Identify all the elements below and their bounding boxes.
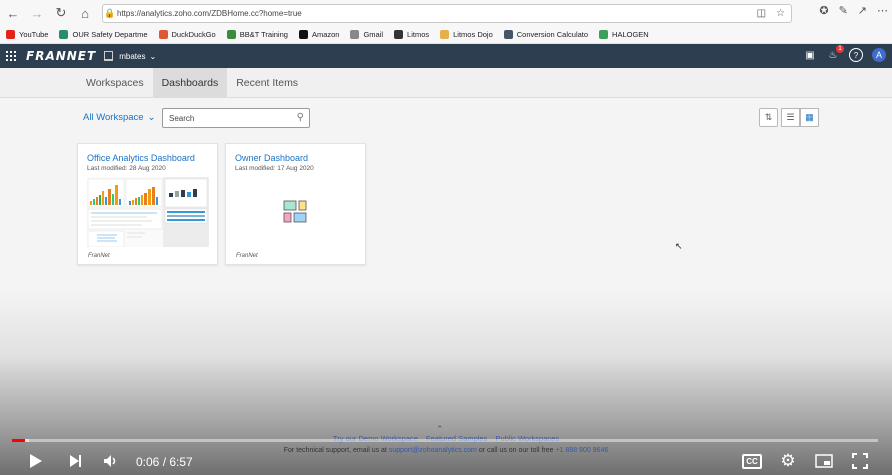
next-icon[interactable] bbox=[66, 451, 86, 471]
bookmark-favicon-icon bbox=[440, 30, 450, 39]
bookmark-favicon-icon bbox=[599, 30, 609, 39]
building-icon bbox=[104, 51, 114, 61]
mouse-cursor-icon: ↖ bbox=[675, 241, 683, 251]
dashboard-modified: Last modified: 28 Aug 2020 bbox=[87, 165, 166, 172]
bookmark-favicon-icon bbox=[394, 30, 404, 39]
video-progress-bar[interactable] bbox=[12, 439, 878, 442]
bookmark-item[interactable]: Conversion Calculato bbox=[503, 30, 589, 39]
dashboard-workspace: FranNet bbox=[236, 253, 258, 259]
bookmark-item[interactable]: DuckDuckGo bbox=[158, 30, 216, 39]
back-icon[interactable]: ← bbox=[2, 2, 24, 24]
list-view-button[interactable]: ☰ bbox=[781, 108, 800, 127]
video-buffered bbox=[24, 439, 29, 442]
grid-icon: ▦ bbox=[805, 112, 814, 122]
workspace-select-label: All Workspace bbox=[83, 112, 144, 123]
bookmark-label: HALOGEN bbox=[612, 30, 649, 39]
bookmark-item[interactable]: YouTube bbox=[6, 30, 48, 39]
dashboard-thumbnail bbox=[87, 177, 209, 247]
bookmark-label: DuckDuckGo bbox=[171, 30, 216, 39]
user-name: mbates bbox=[119, 51, 146, 61]
search-icon: ⚲ bbox=[296, 112, 304, 123]
chat-icon[interactable]: ▣ bbox=[803, 48, 817, 62]
more-icon[interactable]: ⋯ bbox=[877, 4, 888, 17]
bookmark-label: YouTube bbox=[19, 30, 49, 39]
bookmark-item[interactable]: Litmos bbox=[394, 30, 429, 39]
bookmark-item[interactable]: Amazon bbox=[298, 30, 340, 39]
dashboard-title[interactable]: Owner Dashboard bbox=[235, 153, 308, 163]
chevron-down-icon: ⌄ bbox=[149, 51, 157, 61]
dashboard-card-office-analytics[interactable]: Office Analytics Dashboard Last modified… bbox=[77, 143, 218, 265]
avatar[interactable]: A bbox=[872, 48, 886, 62]
sort-icon: ⇅ bbox=[764, 112, 773, 122]
bell-icon[interactable]: ♨ 1 bbox=[826, 45, 844, 62]
bookmark-favicon-icon bbox=[226, 30, 236, 39]
address-bar[interactable]: 🔒 https://analytics.zoho.com/ZDBHome.cc?… bbox=[102, 4, 792, 23]
bookmark-favicon-icon bbox=[350, 30, 360, 39]
share-icon[interactable]: ↗ bbox=[858, 4, 867, 17]
bookmark-label: OUR Safety Departme bbox=[72, 30, 148, 39]
tab-recent-items[interactable]: Recent Items bbox=[227, 68, 307, 98]
url-text: https://analytics.zoho.com/ZDBHome.cc?ho… bbox=[117, 9, 302, 18]
favorite-star-icon[interactable]: ☆ bbox=[776, 8, 785, 19]
refresh-icon[interactable]: ↻ bbox=[50, 2, 72, 24]
frannet-logo: FRANNET bbox=[26, 49, 97, 63]
lock-icon: 🔒 bbox=[104, 8, 116, 18]
bookmark-favicon-icon bbox=[59, 30, 69, 39]
bookmark-favicon-icon bbox=[298, 30, 308, 39]
bookmark-label: Litmos Dojo bbox=[453, 30, 493, 39]
bookmark-favicon-icon bbox=[503, 30, 513, 39]
app-grid-icon[interactable] bbox=[6, 51, 16, 61]
bookmark-item[interactable]: Litmos Dojo bbox=[440, 30, 493, 39]
bookmark-favicon-icon bbox=[158, 30, 168, 39]
main-tabs: Workspaces Dashboards Recent Items bbox=[0, 68, 892, 98]
dashboard-placeholder-icon bbox=[283, 200, 307, 223]
play-icon[interactable] bbox=[26, 451, 46, 471]
bookmark-label: Conversion Calculato bbox=[516, 30, 589, 39]
bookmarks-bar: YouTube OUR Safety Departme DuckDuckGo BB&T… bbox=[0, 26, 892, 44]
miniplayer-icon[interactable] bbox=[813, 451, 835, 471]
bookmark-label: Litmos bbox=[407, 30, 430, 39]
dashboard-modified: Last modified: 17 Aug 2020 bbox=[235, 165, 314, 172]
bookmark-label: Gmail bbox=[363, 30, 384, 39]
dashboard-card-owner[interactable]: Owner Dashboard Last modified: 17 Aug 20… bbox=[225, 143, 366, 265]
bookmark-item[interactable]: HALOGEN bbox=[599, 30, 649, 39]
help-icon[interactable]: ? bbox=[849, 48, 863, 62]
volume-icon[interactable] bbox=[100, 451, 122, 471]
chevron-down-icon: ⌄ bbox=[147, 112, 156, 123]
dashboard-workspace: FranNet bbox=[88, 253, 110, 259]
video-played bbox=[12, 439, 25, 442]
forward-icon[interactable]: → bbox=[26, 2, 48, 24]
browser-actions: ✪ ✎ ↗ ⋯ bbox=[819, 4, 888, 17]
search-input[interactable]: Search ⚲ bbox=[162, 108, 310, 128]
bookmark-item[interactable]: BB&T Training bbox=[226, 30, 288, 39]
bookmark-item[interactable]: Gmail bbox=[350, 30, 383, 39]
dashboard-title[interactable]: Office Analytics Dashboard bbox=[87, 153, 195, 163]
fullscreen-icon[interactable] bbox=[850, 451, 870, 471]
sort-button[interactable]: ⇅ bbox=[759, 108, 778, 127]
notification-badge: 1 bbox=[836, 45, 844, 53]
search-placeholder: Search bbox=[169, 113, 195, 123]
app-header: FRANNET mbates ⌄ ▣ ♨ 1 ? A bbox=[0, 44, 892, 68]
tab-dashboards[interactable]: Dashboards bbox=[152, 68, 228, 98]
video-controls: 0:06 / 6:57 CC ⚙ bbox=[0, 447, 892, 475]
favorites-icon[interactable]: ✪ bbox=[819, 4, 828, 17]
view-buttons: ⇅ ☰ ▦ bbox=[759, 108, 819, 127]
tab-workspaces[interactable]: Workspaces bbox=[77, 68, 153, 98]
captions-icon[interactable]: CC bbox=[742, 451, 762, 471]
reading-view-icon[interactable]: ◫ bbox=[757, 8, 766, 19]
pen-icon[interactable]: ✎ bbox=[839, 4, 848, 17]
home-icon[interactable]: ⌂ bbox=[74, 2, 96, 24]
user-menu[interactable]: mbates ⌄ bbox=[119, 52, 156, 61]
bookmark-label: Amazon bbox=[311, 30, 340, 39]
bookmark-favicon-icon bbox=[6, 30, 15, 39]
settings-gear-icon[interactable]: ⚙ bbox=[778, 451, 798, 471]
bookmark-label: BB&T Training bbox=[239, 30, 288, 39]
workspace-select[interactable]: All Workspace ⌄ bbox=[83, 112, 156, 123]
grid-view-button[interactable]: ▦ bbox=[800, 108, 819, 127]
bookmark-item[interactable]: OUR Safety Departme bbox=[59, 30, 148, 39]
list-icon: ☰ bbox=[786, 112, 795, 122]
video-time: 0:06 / 6:57 bbox=[136, 455, 193, 469]
